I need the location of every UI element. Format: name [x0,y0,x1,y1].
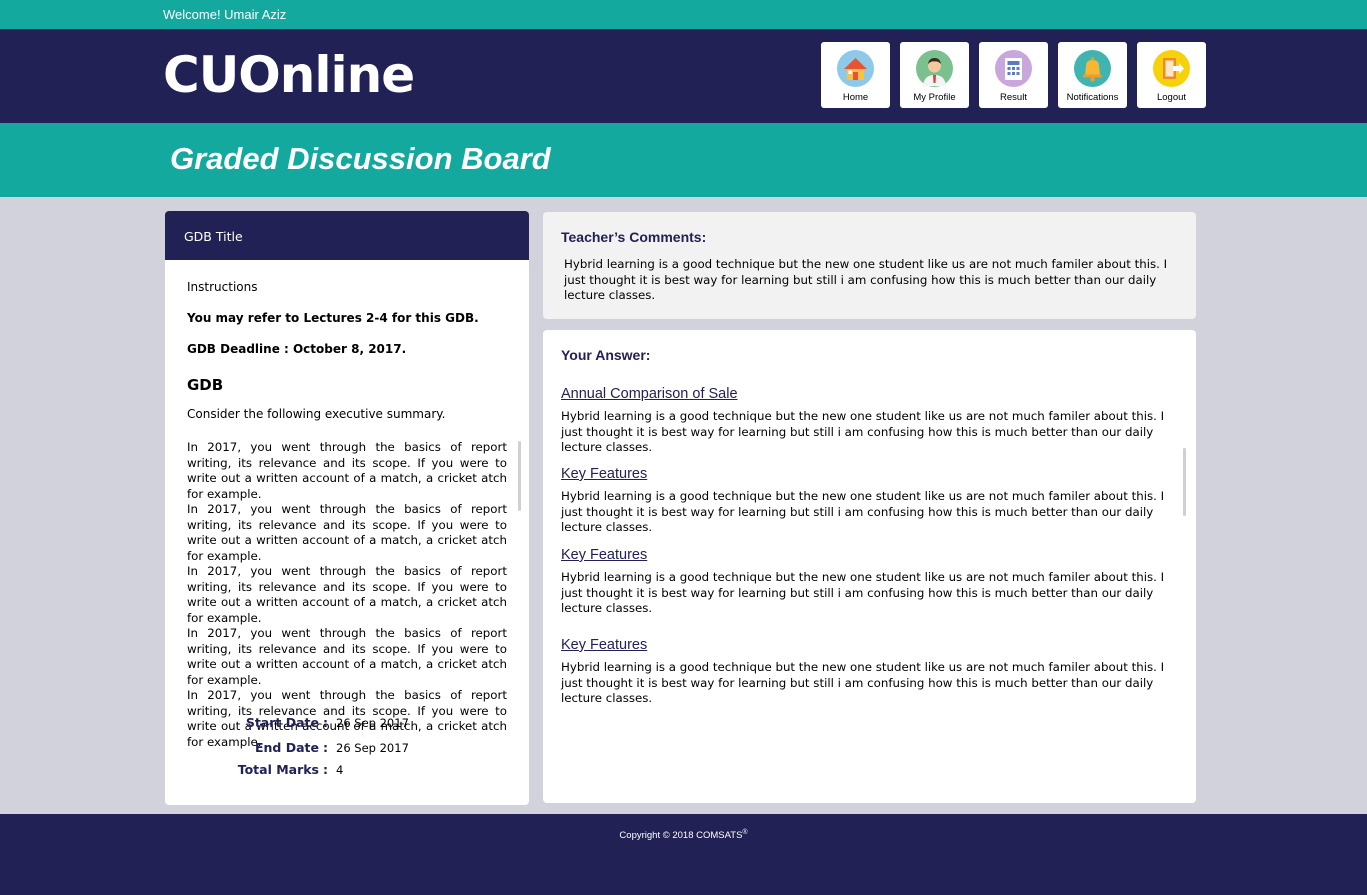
header: CUOnline Home My Profile Result Notifica… [0,29,1367,123]
your-answer-heading: Your Answer: [561,347,651,363]
gdb-intro: Consider the following executive summary… [187,407,446,421]
answer-section-title[interactable]: Key Features [561,466,647,482]
teacher-comments-heading: Teacher’s Comments: [561,229,707,245]
answer-section-title[interactable]: Key Features [561,547,647,563]
gdb-deadline: GDB Deadline : October 8, 2017. [187,342,407,356]
notifications-button[interactable]: Notifications [1058,42,1127,108]
summary-scrollbar[interactable] [518,441,521,511]
answer-section-text: Hybrid learning is a good technique but … [561,489,1165,534]
total-marks-label: Total Marks [237,762,319,777]
result-button[interactable]: Result [979,42,1048,108]
title-bar: Graded Discussion Board [0,123,1367,197]
main-nav: Home My Profile Result Notifications Log… [821,42,1206,108]
footer: Copyright © 2018 COMSATS® [0,814,1367,895]
total-marks-value: 4 [336,763,344,777]
summary-paragraph: In 2017, you went through the basics of … [187,626,507,687]
result-label: Result [1000,92,1027,103]
summary-paragraph: In 2017, you went through the basics of … [187,564,507,625]
page-title: Graded Discussion Board [170,141,551,176]
answer-section-title[interactable]: Annual Comparison of Sale [561,386,738,402]
my-profile-button[interactable]: My Profile [900,42,969,108]
gdb-details-card: GDB Title Instructions You may refer to … [165,211,529,805]
start-date-value: 26 Sep 2017 [336,716,409,730]
logout-label: Logout [1156,92,1187,103]
copyright-label: Copyright © 2018 COMSATS [619,830,743,842]
teacher-comments-card: Teacher’s Comments: Hybrid learning is a… [543,212,1196,319]
end-date-colon: : [323,740,328,755]
answer-section-title[interactable]: Key Features [561,637,647,653]
gdb-heading: GDB [187,376,224,394]
your-answer-card: Your Answer: Annual Comparison of Sale H… [543,330,1196,803]
instructions-label: Instructions [187,280,258,294]
gdb-title-header: GDB Title [165,211,529,260]
answer-section-text: Hybrid learning is a good technique but … [561,570,1165,615]
start-date-label: Start Date [245,715,319,730]
end-date-value: 26 Sep 2017 [336,741,409,755]
bell-icon [1074,50,1111,87]
lecture-reference: You may refer to Lectures 2-4 for this G… [187,311,479,325]
result-icon [995,50,1032,87]
logout-icon [1153,50,1190,87]
cuonline-logo[interactable]: CUOnline [163,45,415,105]
home-icon [837,50,874,87]
registered-mark: ® [742,829,748,836]
top-bar: Welcome! Umair Aziz [0,0,1367,29]
summary-paragraph: In 2017, you went through the basics of … [187,440,507,501]
home-button[interactable]: Home [821,42,890,108]
copyright-text: Copyright © 2018 COMSATS® [0,829,1367,841]
my-profile-label: My Profile [913,92,956,103]
notifications-label: Notifications [1066,92,1119,103]
start-date-colon: : [323,715,328,730]
home-label: Home [842,92,869,103]
logout-button[interactable]: Logout [1137,42,1206,108]
teacher-comments-text: Hybrid learning is a good technique but … [564,257,1168,302]
answer-scrollbar[interactable] [1183,448,1186,516]
answer-section-text: Hybrid learning is a good technique but … [561,660,1165,705]
profile-icon [916,50,953,87]
answer-section-text: Hybrid learning is a good technique but … [561,409,1165,454]
summary-paragraph: In 2017, you went through the basics of … [187,502,507,563]
total-marks-colon: : [323,762,328,777]
executive-summary: In 2017, you went through the basics of … [187,440,507,750]
end-date-label: End Date [254,740,319,755]
welcome-text: Welcome! Umair Aziz [163,7,287,22]
